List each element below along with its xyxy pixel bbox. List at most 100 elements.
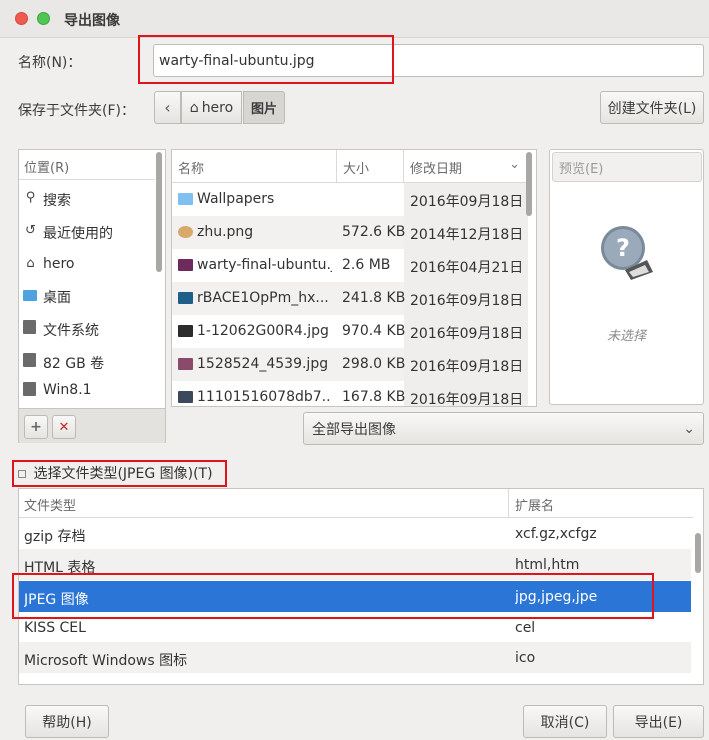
file-size: 167.8 KB [342, 389, 406, 405]
filetype-name: Microsoft Windows 图标 [24, 653, 188, 669]
file-size: 298.0 KB [342, 356, 406, 372]
breadcrumb-home-label: hero [201, 99, 234, 116]
filetype-extension: xcf.gz,xcfgz [515, 526, 597, 542]
chevron-left-icon: ‹ [164, 98, 171, 117]
places-toolbar: + ✕ [19, 408, 165, 443]
folder-label: 保存于文件夹(F)： [18, 103, 135, 119]
file-date: 2016年09月18日 [410, 326, 524, 342]
file-row[interactable]: rBACE1OpPm_hx... 241.8 KB 2016年09月18日 [172, 282, 528, 315]
maximize-window-button[interactable] [37, 12, 50, 25]
preview-button[interactable]: 预览(E) [552, 152, 702, 182]
image-icon [178, 226, 193, 238]
close-window-button[interactable] [15, 12, 28, 25]
file-size: 241.8 KB [342, 290, 406, 306]
desktop-icon [23, 290, 37, 301]
breadcrumb-back-button[interactable]: ‹ [154, 91, 181, 124]
file-name: 1528524_4539.jpg [197, 356, 329, 372]
filetype-row[interactable]: gzip 存档 xcf.gz,xcfgz [19, 518, 691, 549]
filetype-extension: cel [515, 620, 536, 636]
places-scrollbar[interactable] [156, 152, 162, 272]
highlight-box-jpeg-row [12, 573, 654, 619]
column-name[interactable]: 名称 [172, 150, 337, 183]
filetype-row[interactable]: Microsoft Windows 图标 ico [19, 642, 691, 673]
file-name: warty-final-ubuntu.jpg [197, 257, 332, 273]
svg-text:?: ? [616, 234, 630, 262]
filetype-name: gzip 存档 [24, 529, 86, 545]
file-size: 970.4 KB [342, 323, 406, 339]
file-filter-value: 全部导出图像 [312, 421, 396, 438]
preview-none-label: 未选择 [606, 329, 646, 344]
highlight-box-filename [138, 35, 394, 84]
remove-bookmark-button[interactable]: ✕ [52, 415, 76, 439]
place-item-label: hero [43, 256, 75, 272]
file-date: 2016年09月18日 [410, 359, 524, 375]
name-label: 名称(N)： [18, 55, 82, 71]
recent-icon: ↺ [25, 223, 36, 238]
place-item-win81[interactable]: Win8.1 [19, 376, 155, 406]
place-item-label: 文件系统 [43, 323, 99, 339]
home-icon: ⌂ [26, 256, 35, 271]
column-extension[interactable]: 扩展名 [509, 489, 693, 518]
image-icon [178, 325, 193, 337]
place-item-label: Win8.1 [43, 382, 92, 398]
filetype-extension: html,htm [515, 557, 580, 573]
file-row[interactable]: Wallpapers 2016年09月18日 [172, 183, 528, 216]
place-item-hero[interactable]: ⌂ hero [19, 250, 155, 280]
places-header[interactable]: 位置(R) [19, 150, 155, 180]
title-bar: 导出图像 [0, 0, 709, 38]
place-item-recent[interactable]: ↺ 最近使用的 [19, 217, 155, 247]
home-icon: ⌂ [189, 99, 199, 116]
chevron-down-icon: ⌄ [509, 157, 520, 172]
column-size[interactable]: 大小 [337, 150, 404, 183]
search-icon: ⚲ [25, 190, 36, 205]
image-icon [178, 259, 193, 271]
filetype-name: KISS CEL [24, 620, 86, 636]
place-item-desktop[interactable]: 桌面 [19, 281, 155, 311]
file-date: 2016年04月21日 [410, 260, 524, 276]
filetype-list-header: 文件类型 扩展名 [19, 489, 693, 518]
add-bookmark-button[interactable]: + [24, 415, 48, 439]
places-pane: 位置(R) ⚲ 搜索 ↺ 最近使用的 ⌂ hero 桌面 文件系统 82 GB … [18, 149, 166, 443]
place-item-volume[interactable]: 82 GB 卷 [19, 347, 155, 377]
file-row[interactable]: warty-final-ubuntu.jpg 2.6 MB 2016年04月21… [172, 249, 528, 282]
drive-icon [23, 320, 36, 334]
file-list-scrollbar[interactable] [526, 152, 532, 216]
column-file-type[interactable]: 文件类型 [19, 489, 509, 518]
place-item-search[interactable]: ⚲ 搜索 [19, 184, 155, 214]
file-name: Wallpapers [197, 191, 275, 207]
help-button[interactable]: 帮助(H) [25, 705, 109, 738]
image-icon [178, 358, 193, 370]
window-title: 导出图像 [64, 13, 120, 29]
file-date: 2016年09月18日 [410, 194, 524, 210]
file-row[interactable]: 1-12062G00R4.jpg 970.4 KB 2016年09月18日 [172, 315, 528, 348]
folder-icon [178, 193, 193, 205]
place-item-filesystem[interactable]: 文件系统 [19, 314, 155, 344]
breadcrumb-pictures[interactable]: 图片 [243, 91, 285, 124]
file-filter-select[interactable]: 全部导出图像 ⌄ [303, 412, 704, 445]
breadcrumb-home[interactable]: ⌂ hero [181, 91, 242, 124]
file-date: 2014年12月18日 [410, 227, 524, 243]
file-row[interactable]: 11101516078db7... 167.8 KB 2016年09月18日 [172, 381, 528, 407]
file-list: 名称 大小 修改日期 ⌄ Wallpapers 2016年09月18日 zhu.… [171, 149, 537, 407]
file-row[interactable]: zhu.png 572.6 KB 2014年12月18日 [172, 216, 528, 249]
plus-icon: + [30, 419, 42, 435]
place-item-label: 搜索 [43, 193, 71, 209]
file-row[interactable]: 1528524_4539.jpg 298.0 KB 2016年09月18日 [172, 348, 528, 381]
question-image-icon: ? [601, 226, 653, 280]
preview-pane: 预览(E) ? 未选择 [549, 149, 704, 405]
file-name: 1-12062G00R4.jpg [197, 323, 329, 339]
column-date[interactable]: 修改日期 ⌄ [404, 150, 528, 183]
export-button[interactable]: 导出(E) [613, 705, 704, 738]
drive-icon [23, 353, 36, 367]
place-item-label: 桌面 [43, 290, 71, 306]
image-icon [178, 391, 193, 403]
file-date: 2016年09月18日 [410, 392, 524, 407]
chevron-down-icon: ⌄ [683, 420, 695, 437]
create-folder-button[interactable]: 创建文件夹(L) [600, 91, 704, 124]
file-name: 11101516078db7... [197, 389, 332, 405]
highlight-box-filetype [12, 460, 227, 487]
filetype-list-scrollbar[interactable] [695, 533, 701, 573]
cancel-button[interactable]: 取消(C) [523, 705, 607, 738]
file-name: zhu.png [197, 224, 254, 240]
column-date-label: 修改日期 [410, 162, 463, 177]
